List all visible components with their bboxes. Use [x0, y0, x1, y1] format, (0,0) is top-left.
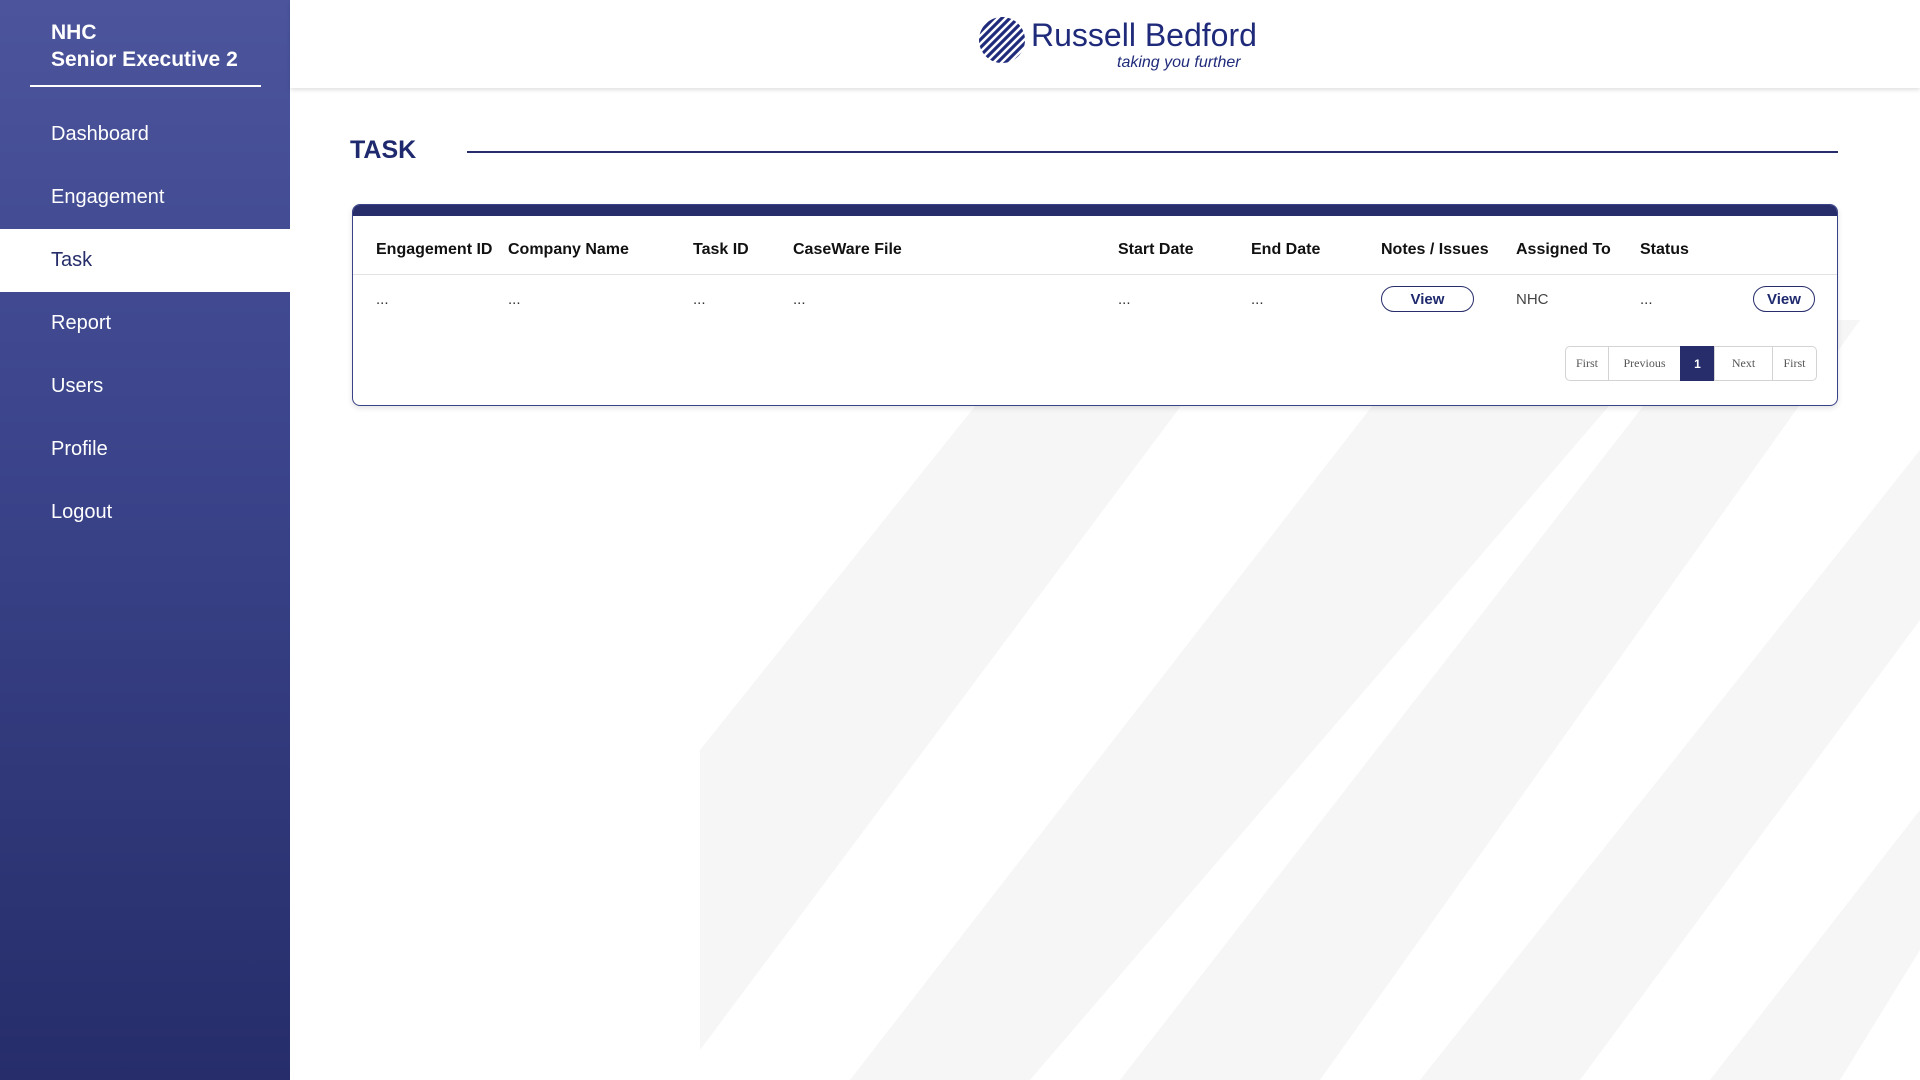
- pagination: First Previous 1 Next First: [1565, 346, 1817, 381]
- column-notes-issues: Notes / Issues: [1381, 241, 1489, 258]
- cell-caseware-file: ...: [793, 291, 806, 308]
- column-start-date: Start Date: [1118, 241, 1194, 258]
- brand-logo: Russell Bedford taking you further: [978, 14, 1257, 74]
- sidebar-item-task[interactable]: Task: [0, 229, 290, 292]
- title-underline: [467, 151, 1838, 153]
- cell-start-date: ...: [1118, 291, 1131, 308]
- sidebar-divider: [30, 85, 261, 87]
- brand-tagline: taking you further: [1117, 54, 1241, 71]
- card-header-bar: [353, 205, 1837, 216]
- sidebar-item-dashboard[interactable]: Dashboard: [0, 103, 290, 166]
- page-title: TASK: [350, 136, 417, 164]
- column-caseware-file: CaseWare File: [793, 241, 902, 258]
- sidebar-item-logout[interactable]: Logout: [0, 481, 290, 544]
- top-header: Russell Bedford taking you further: [290, 0, 1920, 88]
- row-view-button[interactable]: View: [1753, 286, 1815, 312]
- pagination-first[interactable]: First: [1565, 346, 1609, 381]
- sidebar-item-users[interactable]: Users: [0, 355, 290, 418]
- cell-end-date: ...: [1251, 291, 1264, 308]
- user-info: NHC Senior Executive 2: [0, 0, 290, 73]
- cell-assigned-to: NHC: [1516, 291, 1549, 308]
- column-task-id: Task ID: [693, 241, 749, 258]
- pagination-current-page[interactable]: 1: [1680, 346, 1715, 381]
- column-engagement-id: Engagement ID: [376, 241, 493, 258]
- column-end-date: End Date: [1251, 241, 1321, 258]
- cell-task-id: ...: [693, 291, 706, 308]
- brand-name: Russell Bedford: [1031, 17, 1257, 53]
- column-company-name: Company Name: [508, 241, 629, 258]
- sidebar-item-engagement[interactable]: Engagement: [0, 166, 290, 229]
- notes-view-button[interactable]: View: [1381, 286, 1474, 312]
- user-company: NHC: [51, 21, 97, 44]
- pagination-previous[interactable]: Previous: [1608, 346, 1681, 381]
- sidebar-item-profile[interactable]: Profile: [0, 418, 290, 481]
- sidebar: NHC Senior Executive 2 Dashboard Engagem…: [0, 0, 290, 1080]
- user-role: Senior Executive 2: [51, 48, 238, 71]
- sidebar-nav: Dashboard Engagement Task Report Users P…: [0, 103, 290, 544]
- cell-engagement-id: ...: [376, 291, 389, 308]
- cell-company-name: ...: [508, 291, 521, 308]
- header-divider: [353, 274, 1837, 275]
- logo-mark-icon: [979, 17, 1025, 63]
- column-assigned-to: Assigned To: [1516, 241, 1611, 258]
- sidebar-item-report[interactable]: Report: [0, 292, 290, 355]
- column-status: Status: [1640, 241, 1689, 258]
- pagination-last[interactable]: First: [1772, 346, 1817, 381]
- task-table-card: Engagement ID Company Name Task ID CaseW…: [352, 204, 1838, 406]
- cell-status: ...: [1640, 291, 1653, 308]
- pagination-next[interactable]: Next: [1714, 346, 1773, 381]
